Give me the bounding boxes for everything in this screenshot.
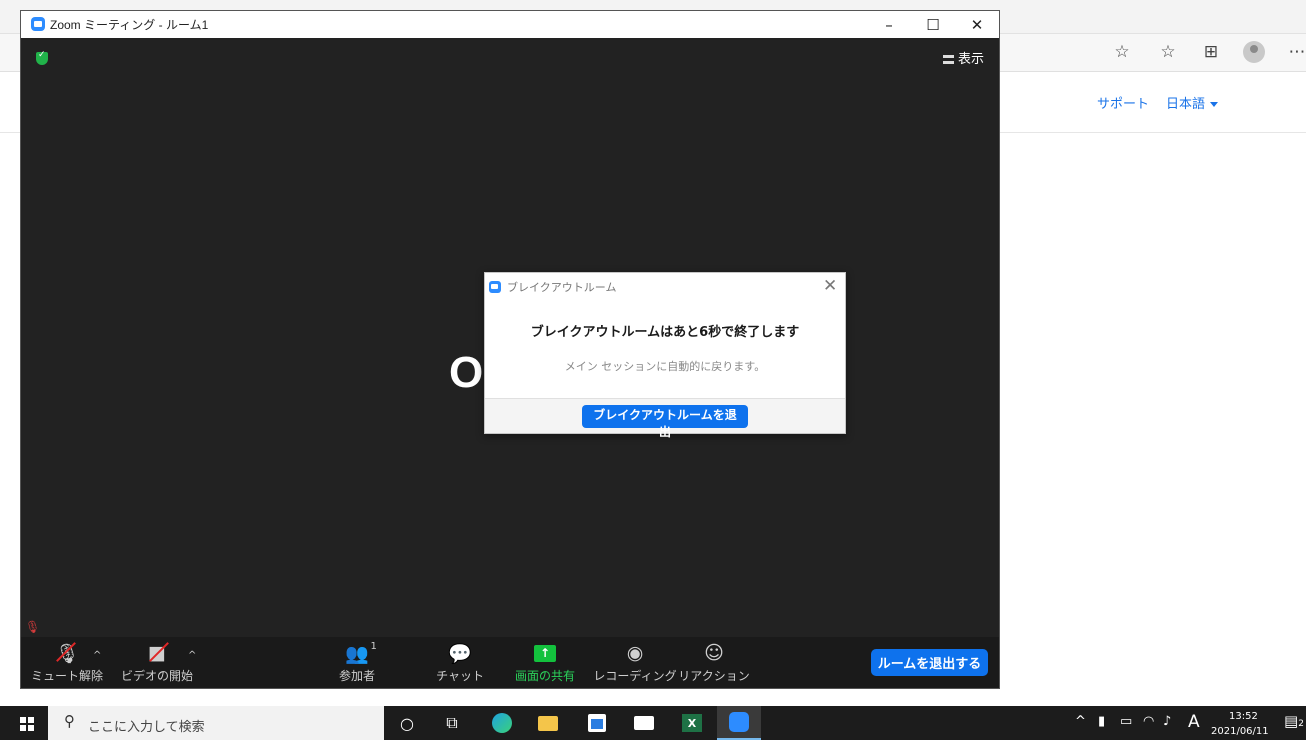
battery-icon[interactable]: ▭ (1120, 714, 1132, 729)
edge-browser-icon[interactable] (480, 706, 524, 740)
dialog-subtext: メイン セッションに自動的に戻ります。 (564, 360, 766, 373)
share-screen-button[interactable]: ↑ 画面の共有 (513, 639, 577, 687)
zoom-title-bar[interactable]: Zoom ミーティング - ルーム1 – ☐ ✕ (21, 11, 999, 38)
profile-icon[interactable] (1243, 41, 1265, 63)
search-icon: ⚲ (64, 712, 75, 730)
cortana-icon[interactable]: ○ (385, 706, 429, 740)
video-options-caret-icon[interactable]: ^ (188, 650, 196, 661)
dialog-footer: ブレイクアウトルームを退出 (485, 398, 845, 439)
clock-date[interactable]: 2021/06/11 (1211, 726, 1269, 737)
audio-options-caret-icon[interactable]: ^ (93, 650, 101, 661)
dialog-heading: ブレイクアウトルームはあと6秒で終了します (530, 325, 800, 340)
participants-icon: 👥 1 (345, 641, 377, 665)
unmute-label: ミュート解除 (31, 669, 104, 683)
chat-label: チャット (436, 669, 484, 683)
chat-icon: 💬 (448, 642, 472, 665)
taskbar-search-box[interactable]: ⚲ ここに入力して検索 (48, 706, 384, 740)
participants-button[interactable]: 👥 1 参加者 (335, 639, 379, 687)
store-icon[interactable] (575, 706, 619, 740)
notification-center-icon[interactable]: ▤2 (1284, 712, 1304, 730)
chat-button[interactable]: 💬 チャット (436, 639, 484, 687)
dialog-close-icon[interactable]: ✕ (823, 276, 837, 296)
video-off-icon: ■ (148, 639, 169, 667)
participants-count: 1 (370, 641, 377, 652)
volume-icon[interactable]: ♪ (1163, 714, 1171, 729)
participants-label: 参加者 (338, 669, 375, 683)
dialog-title: ブレイクアウトルーム (507, 281, 617, 294)
start-video-button[interactable]: ■ ビデオの開始 (121, 639, 193, 687)
unmute-button[interactable]: 🎙 ミュート解除 (31, 639, 104, 687)
more-icon[interactable]: ⋯ (1285, 40, 1306, 64)
zoom-taskbar-icon[interactable] (717, 706, 761, 740)
wifi-icon[interactable]: ◠ (1143, 714, 1154, 729)
mail-icon[interactable] (622, 706, 666, 740)
language-label: 日本語 (1166, 96, 1206, 111)
breakout-room-dialog: ブレイクアウトルーム ✕ ブレイクアウトルームはあと6秒で終了します メイン セ… (484, 272, 846, 439)
view-label: 表示 (958, 52, 985, 67)
leave-room-button[interactable]: ルームを退出する (871, 649, 988, 676)
ime-indicator[interactable]: A (1188, 712, 1200, 732)
maximize-icon[interactable]: ☐ (911, 11, 955, 38)
start-video-label: ビデオの開始 (121, 669, 194, 683)
recording-label: レコーディング (593, 669, 677, 683)
search-placeholder: ここに入力して検索 (88, 720, 205, 735)
leave-breakout-room-button[interactable]: ブレイクアウトルームを退出 (582, 405, 748, 439)
show-hidden-icons-icon[interactable]: ^ (1075, 714, 1086, 729)
view-button[interactable]: 表示 (943, 48, 984, 67)
caret-down-icon (1210, 102, 1219, 108)
windows-start-icon[interactable] (20, 717, 34, 731)
notification-count: 2 (1298, 719, 1304, 729)
zoom-logo-icon (31, 17, 45, 31)
microphone-tray-icon[interactable]: ▮ (1098, 714, 1105, 729)
language-selector[interactable]: 日本語 (1166, 93, 1219, 112)
recording-button[interactable]: ◉ レコーディング (593, 639, 676, 687)
window-title: Zoom ミーティング - ルーム1 (50, 18, 209, 32)
close-icon[interactable]: ✕ (955, 11, 999, 38)
file-explorer-icon[interactable] (526, 706, 570, 740)
microphone-off-icon: 🎙 (54, 642, 80, 665)
star-icon[interactable]: ☆ (1110, 40, 1134, 64)
excel-icon[interactable]: X (670, 706, 714, 740)
support-link[interactable]: サポート (1097, 93, 1149, 112)
collections-icon[interactable]: ⊞ (1199, 40, 1223, 64)
windows-taskbar: ⚲ ここに入力して検索 ○ ⧉ X ^ ▮ ▭ ◠ ♪ A ▤2 (0, 706, 1306, 740)
meeting-toolbar: 🎙 ミュート解除 ^ ■ ビデオの開始 ^ 👥1 参加者 💬 チャット ↑ 画面… (21, 637, 999, 688)
task-view-icon[interactable]: ⧉ (430, 706, 474, 740)
gallery-view-icon (943, 55, 954, 64)
share-screen-icon: ↑ (534, 639, 556, 667)
favorites-icon[interactable]: ☆ (1156, 40, 1180, 64)
share-screen-label: 画面の共有 (514, 669, 575, 683)
security-shield-icon[interactable] (36, 50, 48, 65)
minimize-icon[interactable]: – (867, 11, 911, 38)
record-icon: ◉ (626, 642, 644, 664)
reactions-label: リアクション (678, 669, 750, 683)
zoom-logo-icon (489, 281, 501, 293)
reactions-button[interactable]: ☺ リアクション (678, 639, 749, 687)
muted-mic-indicator-icon: 🎙 (25, 620, 41, 634)
clock-time[interactable]: 13:52 (1229, 711, 1258, 722)
reaction-smiley-icon: ☺ (704, 642, 724, 664)
participant-name-initial: O (449, 348, 484, 397)
